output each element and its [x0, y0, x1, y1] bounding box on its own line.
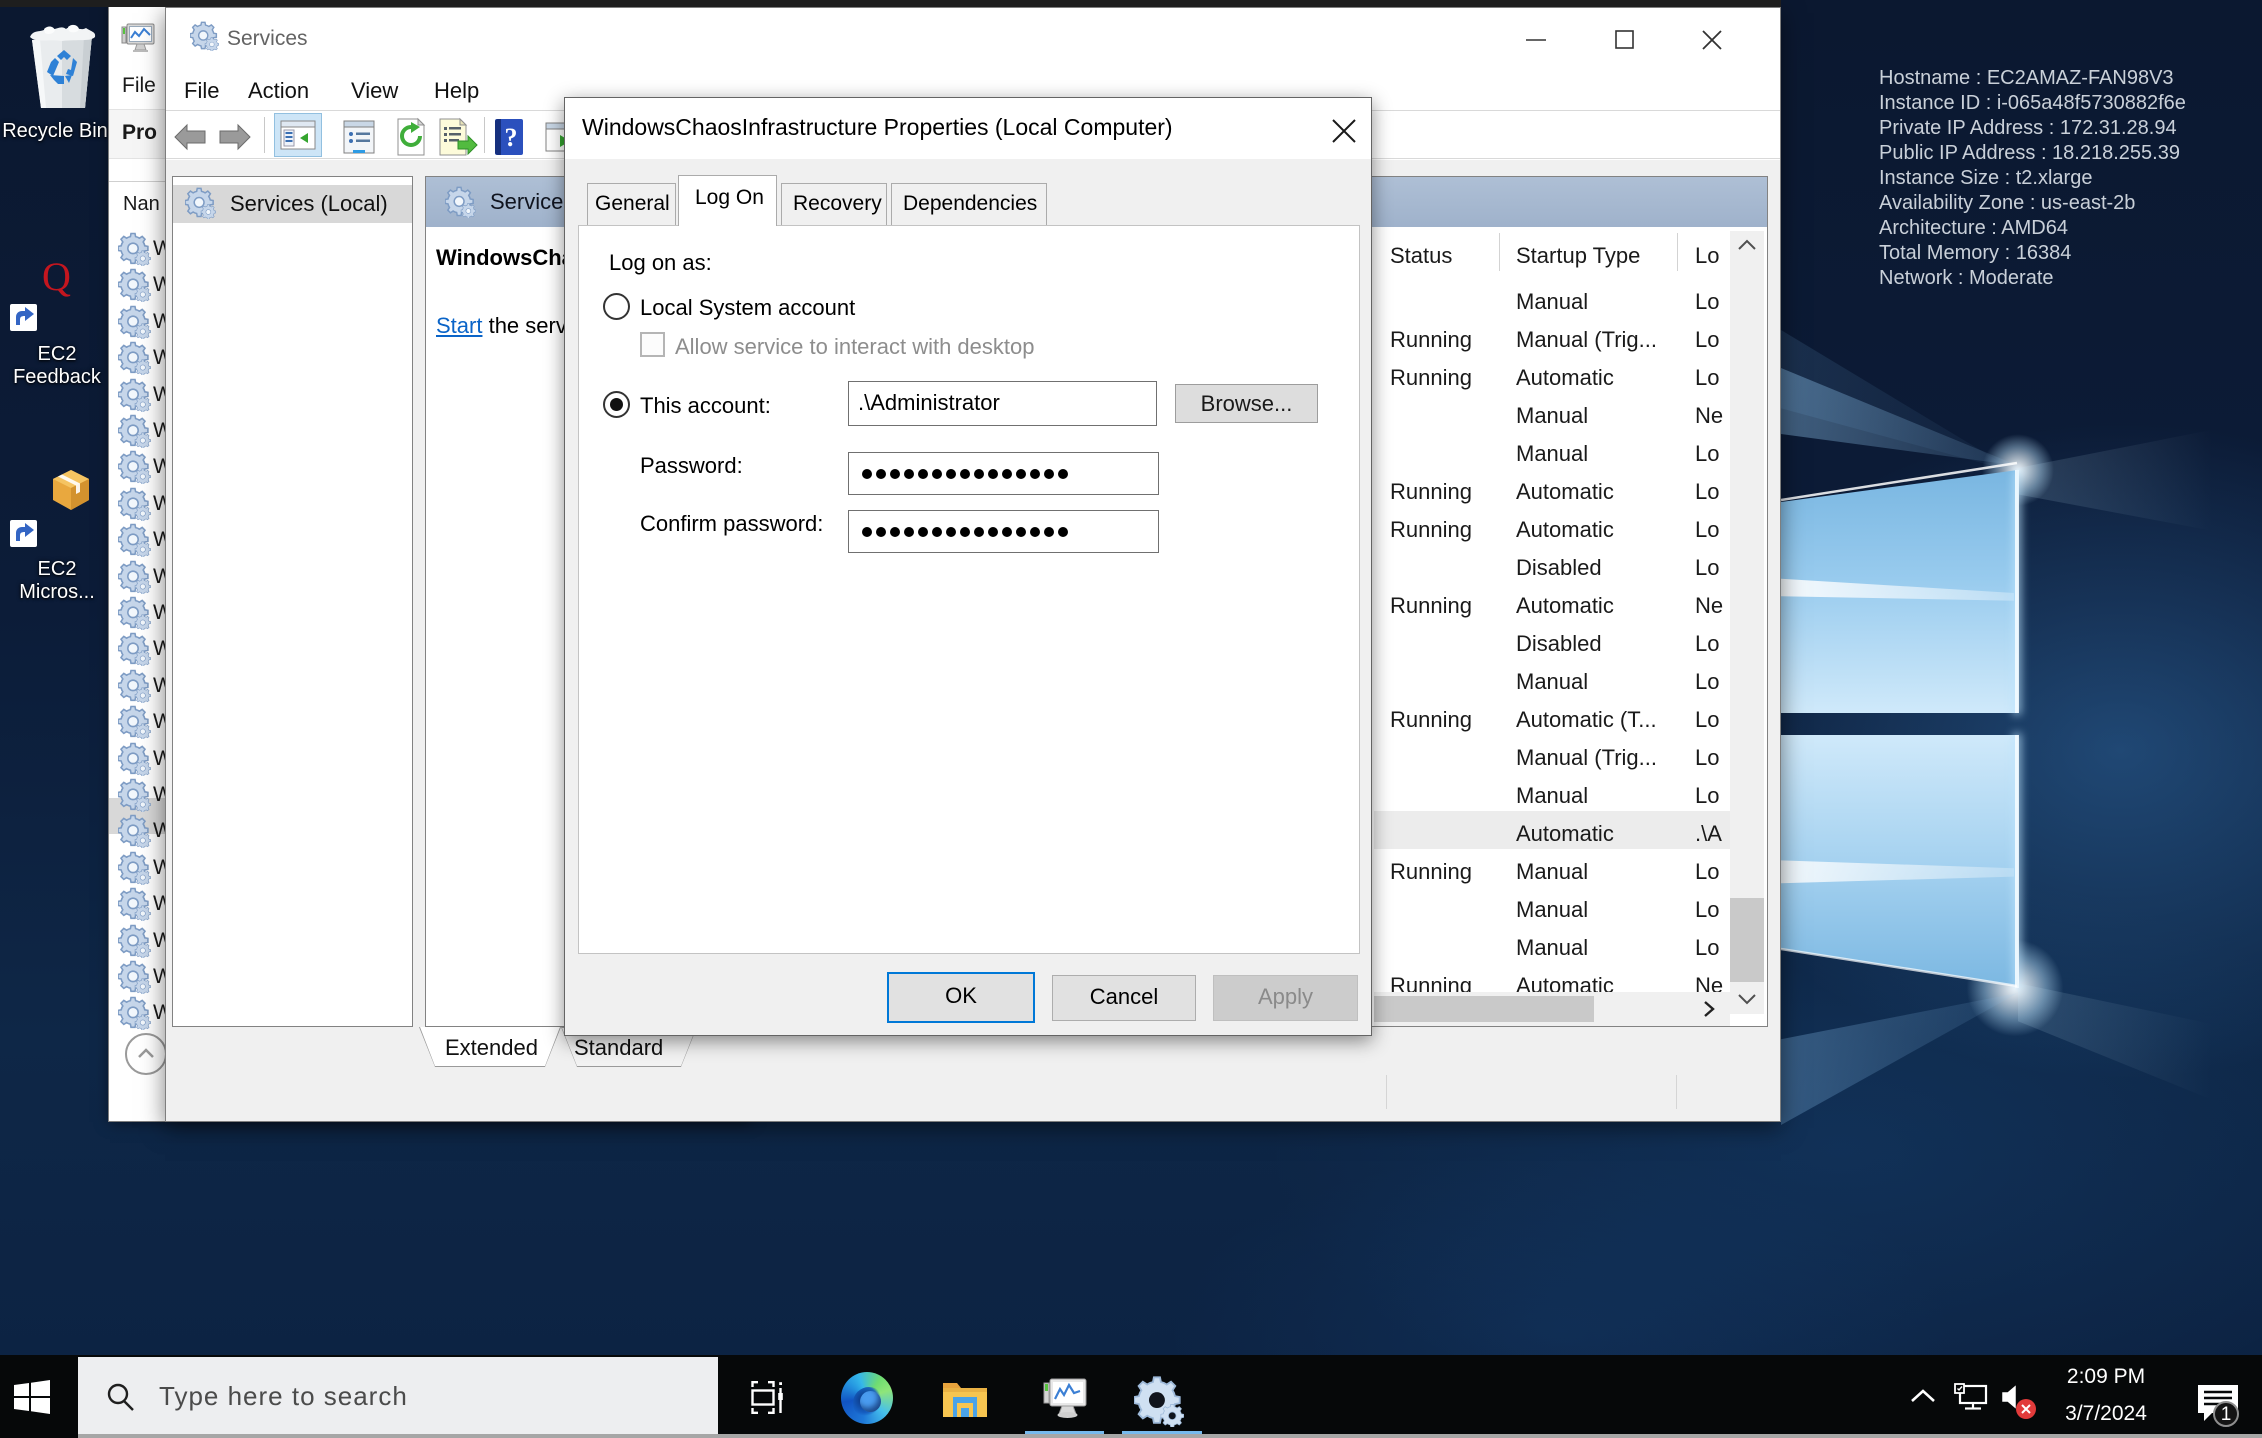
svg-text:?: ?	[505, 123, 518, 152]
